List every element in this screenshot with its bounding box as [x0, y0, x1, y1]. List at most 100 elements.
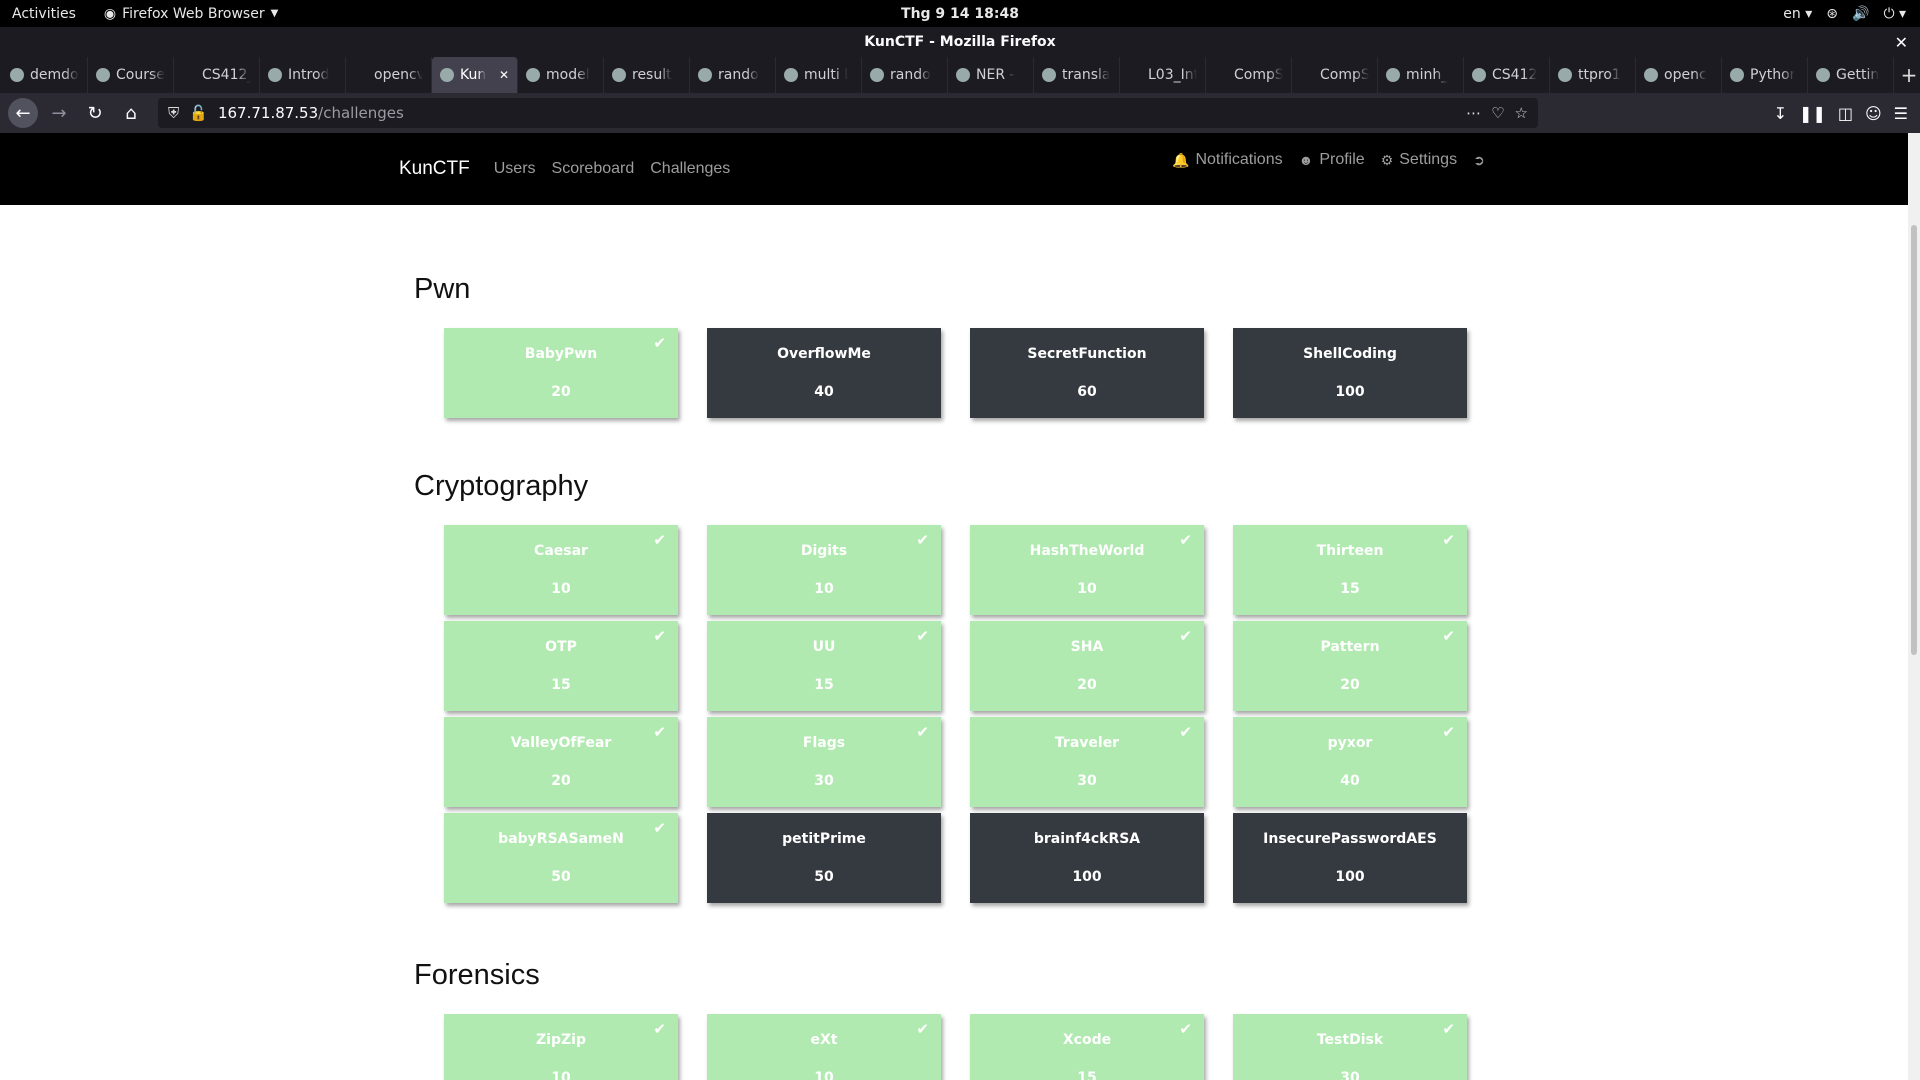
- challenge-button[interactable]: ✔ Caesar 10: [444, 525, 678, 615]
- challenge-button[interactable]: ✔ eXt 10: [707, 1014, 941, 1080]
- tab-5[interactable]: Kun ✕: [432, 57, 518, 93]
- sidebar-icon[interactable]: ◫: [1838, 104, 1853, 123]
- tab-7[interactable]: result: [604, 57, 690, 93]
- challenge-button[interactable]: ✔ Digits 10: [707, 525, 941, 615]
- network-icon[interactable]: ⊛: [1826, 6, 1838, 22]
- challenge-points: 10: [551, 1070, 571, 1080]
- challenge-name: Flags: [802, 735, 846, 751]
- tab-9[interactable]: multi l: [776, 57, 862, 93]
- reload-button[interactable]: ↻: [80, 98, 110, 128]
- home-button[interactable]: ⌂: [116, 98, 146, 128]
- challenge-button[interactable]: ✔ Pattern 20: [1233, 621, 1467, 711]
- challenge-button[interactable]: ✔ Traveler 30: [970, 717, 1204, 807]
- language-indicator[interactable]: en ▾: [1783, 6, 1812, 22]
- challenge-button[interactable]: ✔ BabyPwn 20: [444, 328, 678, 418]
- tab-8[interactable]: rando: [690, 57, 776, 93]
- tab-18[interactable]: ttpro1: [1550, 57, 1636, 93]
- challenge-button[interactable]: InsecurePasswordAES 100: [1233, 813, 1467, 903]
- tab-13[interactable]: L03_Intro: [1120, 57, 1206, 93]
- category-section: Cryptography ✔ Caesar 10 ✔ Digits 10 ✔ HashTheWo…: [414, 470, 1474, 903]
- tab-12[interactable]: transla: [1034, 57, 1120, 93]
- challenge-button[interactable]: ✔ babyRSASameN 50: [444, 813, 678, 903]
- clock[interactable]: Thg 9 14 18:48: [901, 6, 1019, 22]
- insecure-lock-icon[interactable]: 🔓: [189, 104, 208, 122]
- tab-10[interactable]: rando: [862, 57, 948, 93]
- challenge-points: 100: [1335, 384, 1365, 400]
- tab-19[interactable]: openc: [1636, 57, 1722, 93]
- challenge-button[interactable]: SecretFunction 60: [970, 328, 1204, 418]
- challenge-button[interactable]: OverflowMe 40: [707, 328, 941, 418]
- volume-icon[interactable]: 🔊: [1852, 6, 1869, 22]
- challenge-points: 30: [1340, 1070, 1360, 1080]
- challenge-button[interactable]: ✔ ZipZip 10: [444, 1014, 678, 1080]
- account-icon[interactable]: ☺: [1865, 104, 1882, 123]
- challenge-name: SHA: [1070, 639, 1104, 655]
- forward-button[interactable]: →: [44, 98, 74, 128]
- nav-scoreboard[interactable]: Scoreboard: [552, 160, 635, 178]
- github-icon: [1558, 68, 1572, 82]
- nav-challenges[interactable]: Challenges: [650, 160, 730, 178]
- check-icon: ✔: [653, 819, 666, 837]
- url-bar[interactable]: ⛨ 🔓 167.71.87.53/challenges ⋯ ♡ ☆: [158, 98, 1538, 128]
- challenge-button[interactable]: ✔ Xcode 15: [970, 1014, 1204, 1080]
- tab-16[interactable]: minh_: [1378, 57, 1464, 93]
- page-scrollbar[interactable]: [1908, 133, 1920, 1080]
- system-tray[interactable]: en ▾ ⊛ 🔊 ⏻ ▾: [1783, 6, 1906, 22]
- challenge-button[interactable]: petitPrime 50: [707, 813, 941, 903]
- bookmark-star-icon[interactable]: ☆: [1515, 104, 1528, 122]
- challenge-button[interactable]: ✔ SHA 20: [970, 621, 1204, 711]
- challenge-button[interactable]: brainf4ckRSA 100: [970, 813, 1204, 903]
- check-icon: ✔: [1179, 1020, 1192, 1038]
- tab-4[interactable]: opencv_c: [346, 57, 432, 93]
- tab-14[interactable]: CompSec: [1206, 57, 1292, 93]
- challenge-button[interactable]: ✔ TestDisk 30: [1233, 1014, 1467, 1080]
- nav-notifications[interactable]: 🔔 Notifications: [1172, 151, 1283, 169]
- challenge-button[interactable]: ✔ HashTheWorld 10: [970, 525, 1204, 615]
- url-text[interactable]: 167.71.87.53/challenges: [218, 104, 404, 122]
- scrollbar-thumb[interactable]: [1911, 225, 1917, 655]
- menu-icon[interactable]: ☰: [1894, 104, 1908, 123]
- tab-3[interactable]: Introd: [260, 57, 346, 93]
- activities-button[interactable]: Activities: [0, 6, 88, 22]
- power-icon[interactable]: ⏻ ▾: [1883, 6, 1906, 22]
- brand-link[interactable]: KunCTF: [399, 158, 470, 180]
- tab-label: Kun: [460, 67, 487, 83]
- nav-users[interactable]: Users: [494, 160, 536, 178]
- library-icon[interactable]: ❚❚: [1799, 104, 1826, 123]
- challenge-points: 30: [1077, 773, 1097, 789]
- tab-11[interactable]: NER -: [948, 57, 1034, 93]
- app-menu[interactable]: ◉ Firefox Web Browser ▼: [104, 6, 278, 22]
- tab-2[interactable]: CS412_: [174, 57, 260, 93]
- shield-icon[interactable]: ⛨: [168, 104, 179, 122]
- challenge-button[interactable]: ✔ pyxor 40: [1233, 717, 1467, 807]
- downloads-icon[interactable]: ↧: [1774, 104, 1787, 123]
- tab-21[interactable]: Gettin: [1808, 57, 1894, 93]
- more-actions-icon[interactable]: ⋯: [1466, 104, 1481, 122]
- tab-15[interactable]: CompSec: [1292, 57, 1378, 93]
- tab-17[interactable]: CS412: [1464, 57, 1550, 93]
- pocket-icon[interactable]: ♡: [1491, 104, 1504, 122]
- challenge-points: 40: [814, 384, 834, 400]
- tab-6[interactable]: model: [518, 57, 604, 93]
- window-close-icon[interactable]: ✕: [1895, 33, 1908, 52]
- tab-1[interactable]: Course: [88, 57, 174, 93]
- challenge-button[interactable]: ShellCoding 100: [1233, 328, 1467, 418]
- challenge-button[interactable]: ✔ OTP 15: [444, 621, 678, 711]
- nav-profile[interactable]: ☻ Profile: [1299, 151, 1365, 169]
- logout-button[interactable]: ➲: [1473, 152, 1485, 169]
- challenge-button[interactable]: ✔ UU 15: [707, 621, 941, 711]
- tab-label: openc: [1664, 67, 1707, 83]
- tab-label: ttpro1: [1578, 67, 1621, 83]
- tab-0[interactable]: demdo: [2, 57, 88, 93]
- tab-close-icon[interactable]: ✕: [499, 68, 509, 82]
- tab-20[interactable]: Pythor: [1722, 57, 1808, 93]
- nav-settings[interactable]: ⚙ Settings: [1381, 151, 1457, 169]
- challenge-button[interactable]: ✔ Flags 30: [707, 717, 941, 807]
- back-button[interactable]: ←: [8, 98, 38, 128]
- tab-label: result: [632, 67, 672, 83]
- new-tab-button[interactable]: +: [1894, 57, 1920, 93]
- challenge-button[interactable]: ✔ Thirteen 15: [1233, 525, 1467, 615]
- challenge-button[interactable]: ✔ ValleyOfFear 20: [444, 717, 678, 807]
- hf-icon: [870, 68, 884, 82]
- tab-label: minh_: [1406, 67, 1449, 83]
